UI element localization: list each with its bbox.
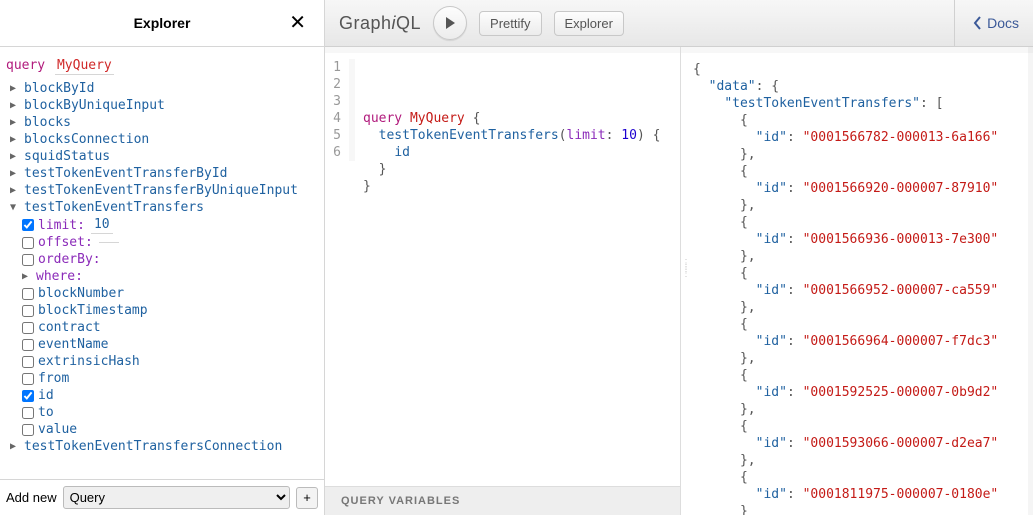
- field-from[interactable]: from: [4, 370, 318, 387]
- explorer-header: Explorer ✕: [0, 0, 324, 47]
- explorer-toggle-button[interactable]: Explorer: [554, 11, 624, 36]
- graphiql-logo: GraphiQL: [339, 13, 421, 34]
- tree-item-testTokenEventTransferById[interactable]: ▶testTokenEventTransferById: [4, 165, 318, 182]
- field-label: testTokenEventTransfers: [24, 199, 204, 216]
- explorer-panel: Explorer ✕ query MyQuery ▶blockById▶bloc…: [0, 0, 325, 515]
- query-editor-pane: 123456 query MyQuery { testTokenEventTra…: [325, 47, 681, 515]
- field-extrinsicHash[interactable]: extrinsicHash: [4, 353, 318, 370]
- caret-right-icon: ▶: [10, 148, 20, 165]
- operation-keyword: query: [6, 58, 45, 73]
- field-blockTimestamp[interactable]: blockTimestamp: [4, 302, 318, 319]
- field-label: extrinsicHash: [38, 353, 140, 370]
- field-contract[interactable]: contract: [4, 319, 318, 336]
- arg-key: limit:: [38, 217, 85, 234]
- caret-right-icon: ▶: [10, 97, 20, 114]
- execute-button[interactable]: [433, 6, 467, 40]
- arg-key: where:: [36, 268, 83, 285]
- field-checkbox[interactable]: [22, 424, 34, 436]
- field-label: testTokenEventTransfersConnection: [24, 438, 282, 455]
- tree-item-testTokenEventTransfersConnection[interactable]: ▶testTokenEventTransfersConnection: [4, 438, 318, 455]
- caret-right-icon: ▶: [10, 131, 20, 148]
- arg-limit[interactable]: limit: 10: [4, 216, 318, 234]
- scrollbar[interactable]: [1028, 47, 1033, 515]
- caret-right-icon: ▶: [10, 438, 20, 455]
- explorer-title: Explorer: [134, 15, 191, 31]
- field-checkbox[interactable]: [22, 356, 34, 368]
- caret-right-icon: ▶: [10, 80, 20, 97]
- field-checkbox[interactable]: [22, 373, 34, 385]
- field-checkbox[interactable]: [22, 407, 34, 419]
- field-checkbox[interactable]: [22, 390, 34, 402]
- tree-item-testTokenEventTransferByUniqueInput[interactable]: ▶testTokenEventTransferByUniqueInput: [4, 182, 318, 199]
- close-icon[interactable]: ✕: [289, 13, 306, 33]
- field-label: eventName: [38, 336, 108, 353]
- tree-item-blockByUniqueInput[interactable]: ▶blockByUniqueInput: [4, 97, 318, 114]
- caret-down-icon: ▼: [10, 199, 20, 216]
- field-label: to: [38, 404, 54, 421]
- field-id[interactable]: id: [4, 387, 318, 404]
- field-label: blockById: [24, 80, 94, 97]
- field-label: blocksConnection: [24, 131, 149, 148]
- field-checkbox[interactable]: [22, 288, 34, 300]
- caret-right-icon: ▶: [10, 182, 20, 199]
- arg-orderBy[interactable]: orderBy:: [4, 251, 318, 268]
- arg-offset[interactable]: offset:: [4, 234, 318, 251]
- field-eventName[interactable]: eventName: [4, 336, 318, 353]
- arg-key: offset:: [38, 234, 93, 251]
- main-area: GraphiQL Prettify Explorer Docs 123456 q…: [325, 0, 1033, 515]
- arg-checkbox[interactable]: [22, 237, 34, 249]
- tree-item-blocks[interactable]: ▶blocks: [4, 114, 318, 131]
- arg-value-input[interactable]: [99, 242, 119, 243]
- field-to[interactable]: to: [4, 404, 318, 421]
- arg-checkbox[interactable]: [22, 219, 34, 231]
- field-label: value: [38, 421, 77, 438]
- chevron-left-icon: [973, 16, 983, 30]
- field-label: testTokenEventTransferByUniqueInput: [24, 182, 298, 199]
- tree-item-squidStatus[interactable]: ▶squidStatus: [4, 148, 318, 165]
- arg-key: orderBy:: [38, 251, 101, 268]
- field-label: blockByUniqueInput: [24, 97, 165, 114]
- play-icon: [443, 16, 457, 30]
- tree-item-testTokenEventTransfers[interactable]: ▼ testTokenEventTransfers: [4, 199, 318, 216]
- result-viewer[interactable]: { "data": { "testTokenEventTransfers": […: [681, 47, 1033, 515]
- field-label: from: [38, 370, 69, 387]
- pane-resize-handle[interactable]: ⋮⋮⋮: [681, 261, 687, 301]
- field-label: blocks: [24, 114, 71, 131]
- caret-right-icon: ▶: [10, 114, 20, 131]
- field-checkbox[interactable]: [22, 305, 34, 317]
- field-checkbox[interactable]: [22, 322, 34, 334]
- result-pane: ⋮⋮⋮ { "data": { "testTokenEventTransfers…: [681, 47, 1033, 515]
- tree-item-blocksConnection[interactable]: ▶blocksConnection: [4, 131, 318, 148]
- field-label: id: [38, 387, 54, 404]
- field-checkbox[interactable]: [22, 339, 34, 351]
- prettify-button[interactable]: Prettify: [479, 11, 541, 36]
- operation-name-input[interactable]: MyQuery: [55, 57, 114, 75]
- operation-line[interactable]: query MyQuery: [6, 57, 318, 74]
- field-label: testTokenEventTransferById: [24, 165, 228, 182]
- query-variables-bar[interactable]: Query Variables: [325, 486, 680, 515]
- caret-right-icon: ▶: [10, 165, 20, 182]
- add-new-select[interactable]: Query: [63, 486, 290, 509]
- topbar: GraphiQL Prettify Explorer Docs: [325, 0, 1033, 47]
- tree-item-blockById[interactable]: ▶blockById: [4, 80, 318, 97]
- query-editor[interactable]: 123456 query MyQuery { testTokenEventTra…: [325, 47, 680, 486]
- field-value[interactable]: value: [4, 421, 318, 438]
- add-operation-button[interactable]: +: [296, 487, 318, 509]
- add-new-label: Add new: [6, 490, 57, 505]
- docs-label: Docs: [987, 15, 1019, 31]
- arg-checkbox[interactable]: [22, 254, 34, 266]
- docs-button[interactable]: Docs: [954, 0, 1019, 46]
- field-label: squidStatus: [24, 148, 110, 165]
- field-label: contract: [38, 319, 101, 336]
- arg-where[interactable]: ▶where:: [4, 268, 318, 285]
- caret-right-icon: ▶: [22, 268, 32, 285]
- arg-value-input[interactable]: 10: [91, 216, 113, 234]
- explorer-footer: Add new Query +: [0, 479, 324, 515]
- field-label: blockNumber: [38, 285, 124, 302]
- field-blockNumber[interactable]: blockNumber: [4, 285, 318, 302]
- field-label: blockTimestamp: [38, 302, 148, 319]
- explorer-body: query MyQuery ▶blockById▶blockByUniqueIn…: [0, 47, 324, 479]
